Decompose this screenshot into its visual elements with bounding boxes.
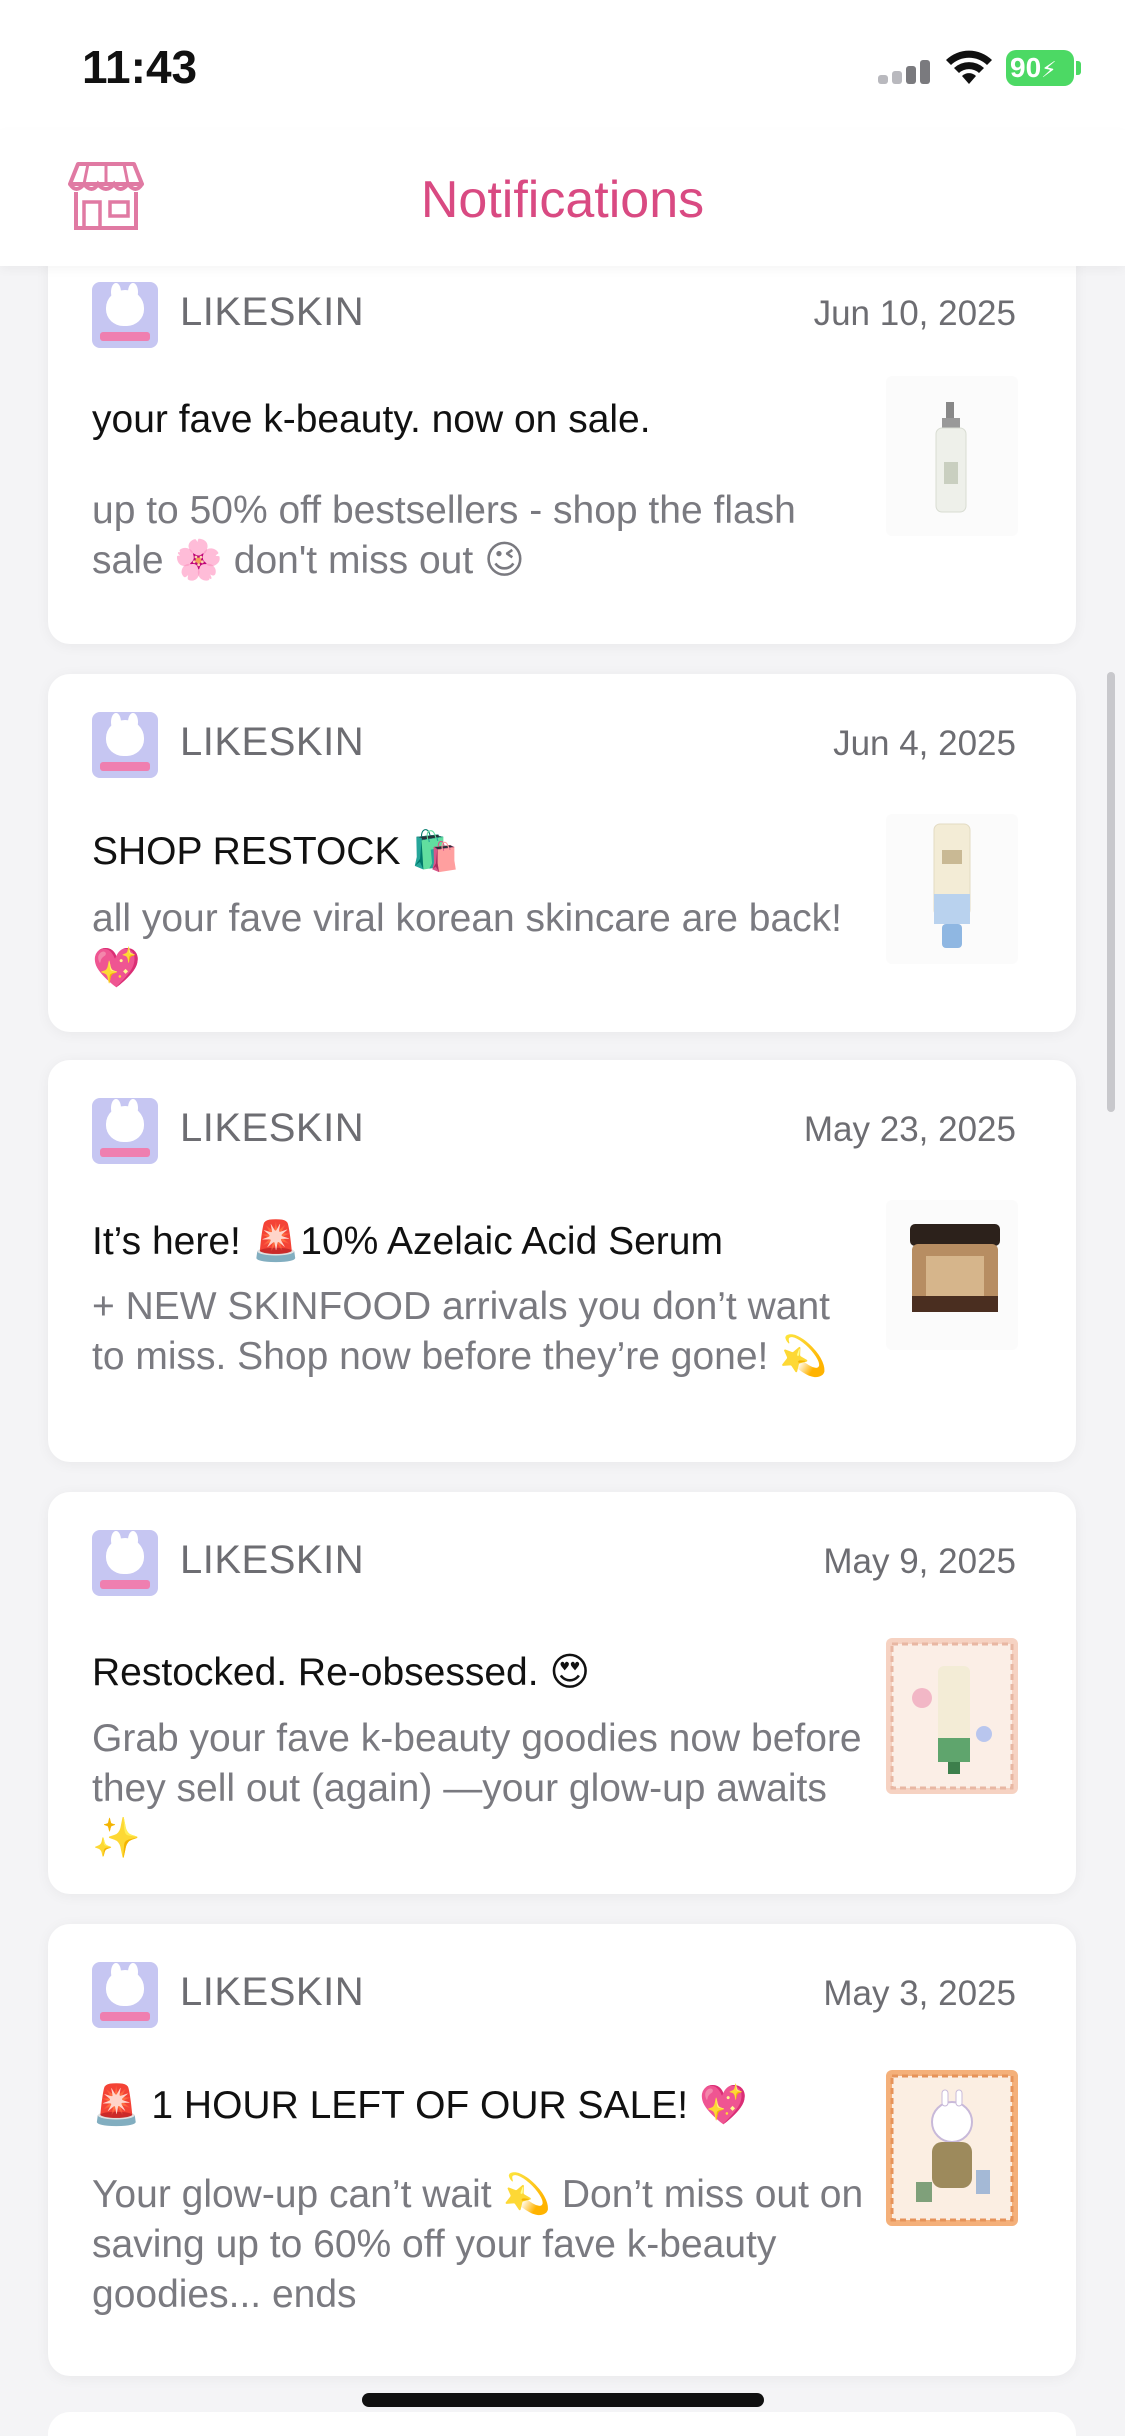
notification-body: + NEW SKINFOOD arrivals you don’t want t… xyxy=(92,1285,830,1378)
notification-body: Your glow-up can’t wait 💫 Don’t miss out… xyxy=(92,2173,864,2316)
cellular-signal-icon xyxy=(878,60,930,84)
wifi-icon xyxy=(946,50,992,84)
notification-date: Jun 4, 2025 xyxy=(833,724,1016,763)
notification-card[interactable]: LIKESKIN May 9, 2025 Restocked. Re-obses… xyxy=(48,1492,1076,1894)
notification-date: Jun 10, 2025 xyxy=(813,294,1016,333)
notifications-screen: 11:43 90⚡ Notifications LIKESKIN Jun 10,… xyxy=(0,0,1125,2436)
notification-card[interactable] xyxy=(48,2412,1076,2436)
battery-level: 90 xyxy=(1010,52,1042,83)
product-thumbnail xyxy=(886,814,1018,964)
nav-bar: Notifications xyxy=(0,130,1125,266)
sender-name: LIKESKIN xyxy=(180,720,365,764)
page-title: Notifications xyxy=(420,171,705,229)
sender-name: LIKESKIN xyxy=(180,1106,365,1150)
product-thumbnail xyxy=(886,376,1018,536)
notification-title: your fave k-beauty. now on sale. xyxy=(92,398,651,441)
battery-icon: 90⚡ xyxy=(1006,50,1074,86)
home-indicator[interactable] xyxy=(362,2393,764,2407)
status-time: 11:43 xyxy=(82,41,198,93)
notification-card[interactable]: LIKESKIN May 23, 2025 It’s here! 🚨10% Az… xyxy=(48,1060,1076,1462)
sender-avatar xyxy=(92,1098,158,1164)
notification-card[interactable]: LIKESKIN Jun 4, 2025 SHOP RESTOCK 🛍️ all… xyxy=(48,674,1076,1032)
notification-title: Restocked. Re-obsessed. 😍 xyxy=(92,1651,591,1694)
sender-avatar xyxy=(92,712,158,778)
sender-avatar xyxy=(92,1962,158,2028)
notification-body: all your fave viral korean skincare are … xyxy=(92,897,843,990)
product-thumbnail xyxy=(886,2070,1018,2226)
status-bar: 11:43 90⚡ xyxy=(0,0,1125,130)
battery-nub xyxy=(1076,61,1081,75)
sender-name: LIKESKIN xyxy=(180,1970,365,2014)
notification-body: up to 50% off bestsellers - shop the fla… xyxy=(92,489,796,582)
notification-title: It’s here! 🚨10% Azelaic Acid Serum xyxy=(92,1220,723,1263)
notification-title: SHOP RESTOCK 🛍️ xyxy=(92,830,460,873)
product-thumbnail xyxy=(886,1200,1018,1350)
sender-avatar xyxy=(92,282,158,348)
notification-card[interactable]: LIKESKIN May 3, 2025 🚨 1 HOUR LEFT OF OU… xyxy=(48,1924,1076,2376)
notification-date: May 3, 2025 xyxy=(823,1974,1016,2013)
notification-body: Grab your fave k-beauty goodies now befo… xyxy=(92,1717,862,1860)
product-thumbnail xyxy=(886,1638,1018,1794)
notification-date: May 9, 2025 xyxy=(823,1542,1016,1581)
notification-card[interactable]: LIKESKIN Jun 10, 2025 your fave k-beauty… xyxy=(48,226,1076,644)
notification-title: 🚨 1 HOUR LEFT OF OUR SALE! 💖 xyxy=(92,2084,748,2127)
sender-avatar xyxy=(92,1530,158,1596)
notification-date: May 23, 2025 xyxy=(803,1110,1016,1149)
scrollbar[interactable] xyxy=(1107,672,1115,1112)
sender-name: LIKESKIN xyxy=(180,290,365,334)
sender-name: LIKESKIN xyxy=(180,1538,365,1582)
